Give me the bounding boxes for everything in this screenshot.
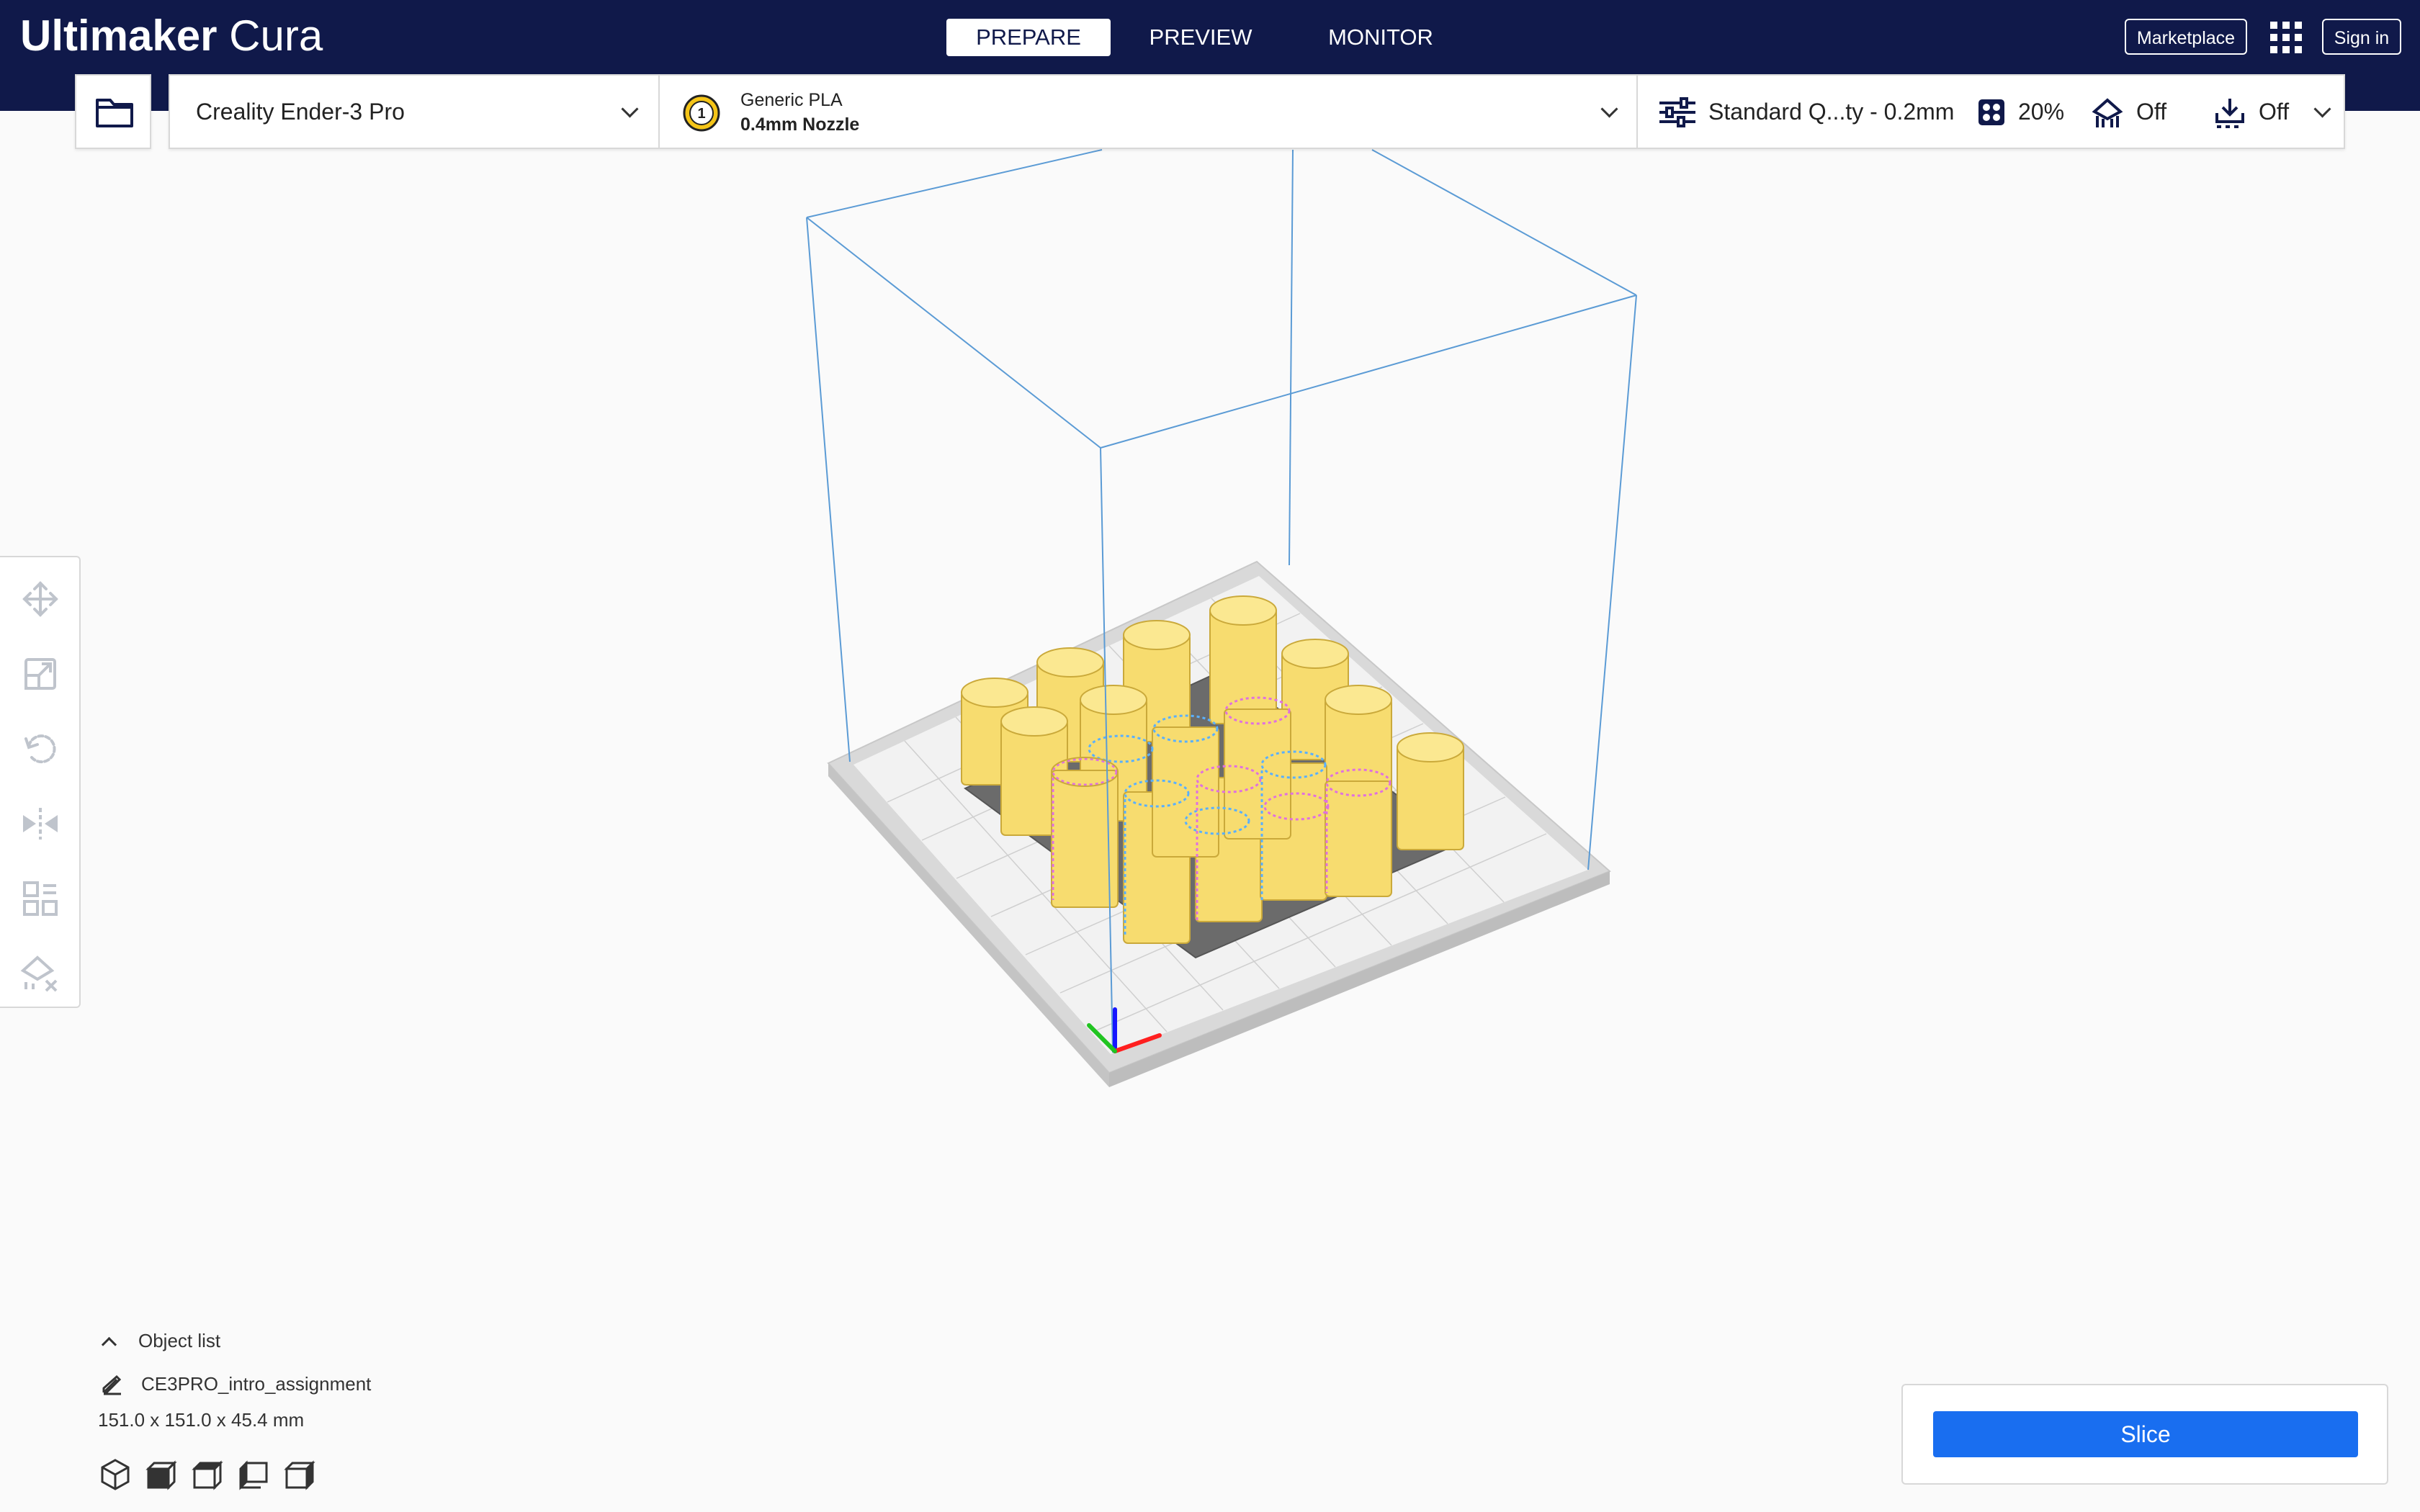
front-view-icon[interactable]	[144, 1457, 179, 1492]
marketplace-button[interactable]: Marketplace	[2125, 19, 2247, 55]
sliders-icon	[1659, 97, 1695, 127]
scale-icon[interactable]	[20, 654, 60, 694]
mirror-icon[interactable]	[20, 804, 60, 844]
support-setting: Off	[2092, 96, 2192, 127]
profile-name: Standard Q...ty - 0.2mm	[1708, 99, 1955, 125]
support-blocker-icon[interactable]	[20, 953, 60, 994]
app-logo: Ultimaker Cura	[20, 7, 323, 65]
tool-panel	[0, 556, 81, 1008]
move-icon[interactable]	[20, 579, 60, 619]
brand-product: Cura	[229, 12, 323, 60]
object-list-title: Object list	[138, 1330, 221, 1351]
pencil-icon	[102, 1374, 122, 1395]
3d-viewport[interactable]	[0, 0, 2420, 1512]
top-view-icon[interactable]	[190, 1457, 225, 1492]
adhesion-icon	[2215, 99, 2244, 128]
tab-prepare[interactable]: PREPARE	[946, 19, 1111, 56]
sign-in-button[interactable]: Sign in	[2322, 19, 2401, 55]
slice-panel: Slice	[1901, 1384, 2388, 1485]
left-view-icon[interactable]	[236, 1457, 271, 1492]
slice-button[interactable]: Slice	[1933, 1411, 2358, 1457]
object-list-panel: Object list CE3PRO_intro_assignment 151.…	[94, 1325, 526, 1505]
rotate-icon[interactable]	[20, 729, 60, 769]
extruder-number: 1	[697, 106, 705, 122]
infill-icon	[1978, 99, 2004, 125]
print-settings-selector[interactable]: Standard Q...ty - 0.2mm 20% Off Off	[1638, 76, 2345, 148]
chevron-down-icon	[2313, 100, 2331, 118]
infill-value: 20%	[2018, 99, 2065, 125]
object-dimensions: 151.0 x 151.0 x 45.4 mm	[98, 1409, 305, 1431]
extruder-icon: 1	[683, 94, 720, 132]
infill-setting: 20%	[1976, 96, 2070, 127]
chevron-up-icon	[101, 1336, 117, 1353]
adhesion-value: Off	[2259, 99, 2290, 125]
object-name: CE3PRO_intro_assignment	[141, 1373, 372, 1395]
open-file-button[interactable]	[75, 74, 151, 149]
support-value: Off	[2136, 99, 2167, 125]
brand-name: Ultimaker	[20, 12, 218, 60]
nozzle-size: 0.4mm Nozzle	[740, 114, 860, 135]
material-name: Generic PLA	[740, 90, 843, 110]
stage-tabs: PREPARE PREVIEW MONITOR	[946, 19, 1471, 56]
chevron-down-icon	[621, 100, 639, 118]
apps-grid-icon[interactable]	[2270, 22, 2302, 53]
chevron-down-icon	[1600, 100, 1618, 118]
per-model-settings-icon[interactable]	[20, 878, 60, 919]
support-icon	[2092, 98, 2123, 127]
right-view-icon[interactable]	[282, 1457, 317, 1492]
print-setup-toolbar: Creality Ender-3 Pro 1 Generic PLA 0.4mm…	[169, 74, 2345, 149]
tab-preview[interactable]: PREVIEW	[1118, 19, 1283, 56]
3d-view-icon[interactable]	[98, 1457, 133, 1492]
folder-icon	[96, 99, 133, 127]
adhesion-setting: Off	[2214, 96, 2315, 128]
printer-name: Creality Ender-3 Pro	[196, 99, 405, 125]
material-selector[interactable]: 1 Generic PLA 0.4mm Nozzle	[660, 76, 1638, 148]
tab-monitor[interactable]: MONITOR	[1291, 19, 1471, 56]
printer-selector[interactable]: Creality Ender-3 Pro	[170, 76, 660, 148]
